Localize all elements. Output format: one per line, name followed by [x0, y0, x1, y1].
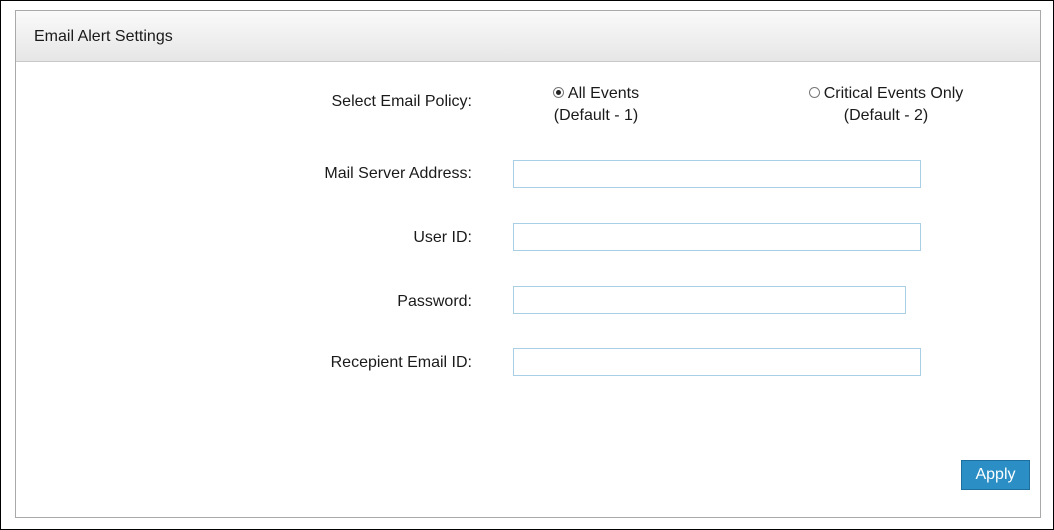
- radio-all-events-label: All Events: [567, 85, 640, 102]
- mail-server-label: Mail Server Address:: [324, 165, 472, 182]
- mail-server-input[interactable]: [513, 160, 921, 188]
- recipient-email-input[interactable]: [513, 348, 921, 376]
- radio-critical-events-default: (Default - 2): [843, 107, 929, 124]
- password-input[interactable]: [513, 286, 906, 314]
- radio-checked-icon[interactable]: [552, 87, 564, 99]
- user-id-label: User ID:: [413, 229, 472, 246]
- user-id-input[interactable]: [513, 223, 921, 251]
- email-alert-settings-panel: Email Alert Settings Select Email Policy…: [15, 10, 1041, 518]
- radio-all-events-default: (Default - 1): [553, 107, 639, 124]
- radio-critical-events-only[interactable]: Critical Events Only (Default - 2): [771, 83, 1001, 127]
- panel-title: Email Alert Settings: [34, 28, 173, 45]
- policy-label: Select Email Policy:: [331, 93, 473, 110]
- radio-critical-events-label: Critical Events Only: [823, 85, 964, 102]
- recipient-email-label: Recepient Email ID:: [330, 354, 472, 371]
- password-label: Password:: [397, 293, 472, 310]
- panel-header: Email Alert Settings: [16, 11, 1040, 62]
- radio-unchecked-icon[interactable]: [808, 87, 820, 99]
- radio-all-events[interactable]: All Events (Default - 1): [521, 83, 671, 127]
- apply-button[interactable]: Apply: [961, 460, 1030, 490]
